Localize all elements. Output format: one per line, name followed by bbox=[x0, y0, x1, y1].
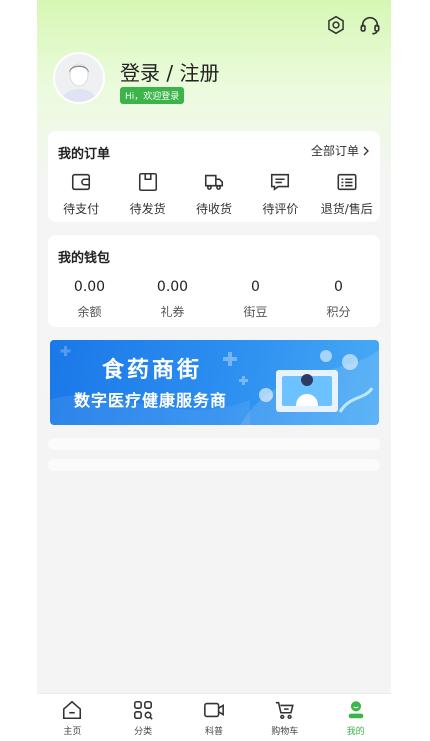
wallet-label: 街豆 bbox=[243, 305, 268, 319]
wallet-card: 我的钱包 0.00 余额 0.00 礼券 0 街豆 0 积分 bbox=[48, 235, 380, 327]
order-pending-review[interactable]: 待评价 bbox=[250, 171, 310, 217]
wallet-label: 积分 bbox=[326, 305, 351, 319]
order-item-label: 待支付 bbox=[63, 202, 100, 216]
wallet-value: 0.00 bbox=[156, 279, 189, 295]
profile-icon bbox=[348, 700, 363, 718]
tab-label: 主页 bbox=[63, 726, 82, 737]
orders-title: 我的订单 bbox=[58, 147, 111, 162]
orders-card: 我的订单 全部订单 待支付 待发货 待收货 待评价 退货/售后 bbox=[48, 131, 380, 222]
placeholder-bar bbox=[48, 438, 380, 450]
cart-icon bbox=[275, 701, 294, 719]
tab-label: 我的 bbox=[346, 726, 365, 737]
avatar[interactable] bbox=[53, 52, 105, 104]
promo-banner[interactable]: 食药商街 数字医疗健康服务商 bbox=[50, 340, 379, 425]
wallet-points[interactable]: 0 积分 bbox=[304, 279, 374, 320]
order-item-label: 退货/售后 bbox=[320, 202, 373, 216]
tab-category[interactable]: 分类 bbox=[113, 699, 173, 737]
order-pending-payment[interactable]: 待支付 bbox=[51, 171, 111, 217]
wallet-label: 余额 bbox=[77, 305, 102, 319]
banner-title: 食药商街 bbox=[102, 358, 203, 383]
tab-science[interactable]: 科普 bbox=[184, 699, 244, 737]
profile-screen: 登录 / 注册 Hi，欢迎登录 我的订单 全部订单 待支付 待发货 待收货 待评… bbox=[37, 0, 391, 741]
chevron-right-icon bbox=[363, 146, 369, 155]
tab-home[interactable]: 主页 bbox=[42, 699, 102, 737]
wallet-balance[interactable]: 0.00 余额 bbox=[55, 279, 125, 320]
login-register-link[interactable]: 登录 / 注册 bbox=[120, 57, 219, 86]
all-orders-link[interactable]: 全部订单 bbox=[311, 142, 370, 159]
customer-service-icon[interactable] bbox=[359, 14, 381, 36]
category-icon bbox=[134, 700, 153, 720]
banner-subtitle: 数字医疗健康服务商 bbox=[74, 391, 228, 410]
tab-cart[interactable]: 购物车 bbox=[255, 699, 315, 737]
wallet-value: 0 bbox=[251, 279, 260, 295]
home-icon bbox=[63, 700, 82, 719]
bottom-tabbar: 主页 分类 科普 购物车 我的 bbox=[37, 693, 391, 741]
tab-label: 科普 bbox=[204, 726, 223, 737]
wallet-coupons[interactable]: 0.00 礼券 bbox=[138, 279, 208, 320]
truck-icon bbox=[204, 174, 223, 190]
order-pending-receipt[interactable]: 待收货 bbox=[184, 171, 244, 217]
box-icon bbox=[138, 172, 157, 192]
order-item-label: 待收货 bbox=[195, 202, 232, 216]
video-icon bbox=[204, 702, 224, 717]
comment-icon bbox=[271, 173, 290, 191]
wallet-value: 0.00 bbox=[73, 279, 106, 295]
all-orders-label: 全部订单 bbox=[310, 144, 359, 158]
order-item-label: 待评价 bbox=[262, 202, 299, 216]
wallet-label: 礼券 bbox=[160, 305, 185, 319]
tab-label: 分类 bbox=[134, 726, 153, 737]
list-icon bbox=[337, 173, 357, 191]
wallet-value: 0 bbox=[334, 279, 343, 295]
settings-icon[interactable] bbox=[325, 14, 347, 36]
order-pending-shipment[interactable]: 待发货 bbox=[118, 171, 178, 217]
top-actions bbox=[325, 14, 381, 36]
order-item-label: 待发货 bbox=[129, 202, 166, 216]
wallet-icon bbox=[72, 173, 91, 191]
wallet-beans[interactable]: 0 街豆 bbox=[221, 279, 291, 320]
tab-mine[interactable]: 我的 bbox=[326, 699, 386, 737]
tab-label: 购物车 bbox=[271, 726, 299, 737]
wallet-title: 我的钱包 bbox=[58, 251, 111, 266]
banner-decoration bbox=[50, 346, 379, 425]
welcome-badge: Hi，欢迎登录 bbox=[120, 87, 185, 104]
order-after-sales[interactable]: 退货/售后 bbox=[317, 171, 377, 217]
placeholder-bar bbox=[48, 459, 380, 471]
